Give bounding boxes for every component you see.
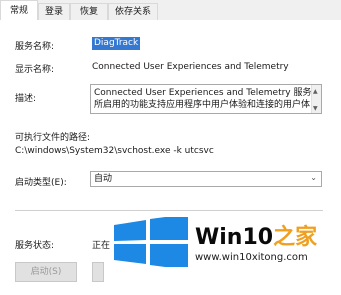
watermark-brand: Win10之家 xyxy=(195,219,317,251)
startup-type-label: 启动类型(E): xyxy=(15,178,67,188)
windows-logo-icon xyxy=(114,217,188,267)
description-box[interactable]: Connected User Experiences and Telemetry… xyxy=(90,84,322,114)
display-name-label: 显示名称: xyxy=(15,65,55,75)
tab-recovery[interactable]: 恢复 xyxy=(70,3,108,20)
watermark-logo: Win10之家 www.win10xitong.com xyxy=(100,211,341,275)
tab-logon[interactable]: 登录 xyxy=(38,3,70,20)
startup-type-select[interactable]: 自动 ⌄ xyxy=(90,171,322,187)
chevron-down-icon[interactable]: ⌄ xyxy=(310,173,317,182)
scroll-up-icon[interactable]: ▲ xyxy=(313,86,318,98)
tab-general[interactable]: 常规 xyxy=(0,0,38,21)
description-line-2: 所启用的功能支持应用程序中用户体验和连接的用户体 xyxy=(94,100,311,110)
startup-type-value: 自动 xyxy=(94,174,113,184)
scroll-down-icon[interactable]: ▼ xyxy=(313,103,318,113)
service-name-label: 服务名称: xyxy=(15,42,55,52)
service-name-value[interactable]: DiagTrack xyxy=(92,37,141,50)
description-label: 描述: xyxy=(15,94,37,104)
exe-path-value: C:\windows\System32\svchost.exe -k utcsv… xyxy=(15,146,214,156)
service-status-label: 服务状态: xyxy=(15,241,55,251)
start-button[interactable]: 启动(S) xyxy=(15,262,77,282)
tab-bar: 常规 登录 恢复 依存关系 xyxy=(0,0,341,21)
watermark-url: www.win10xitong.com xyxy=(195,252,308,263)
exe-path-label: 可执行文件的路径: xyxy=(15,133,91,143)
watermark-brand-suffix: 之家 xyxy=(273,225,318,250)
description-scrollbar[interactable]: ▲ ▼ xyxy=(311,85,321,113)
display-name-value[interactable]: Connected User Experiences and Telemetry xyxy=(92,62,289,72)
description-line-1: Connected User Experiences and Telemetry… xyxy=(94,88,312,98)
watermark-brand-main: Win10 xyxy=(195,225,274,250)
tab-dependencies[interactable]: 依存关系 xyxy=(108,3,158,20)
